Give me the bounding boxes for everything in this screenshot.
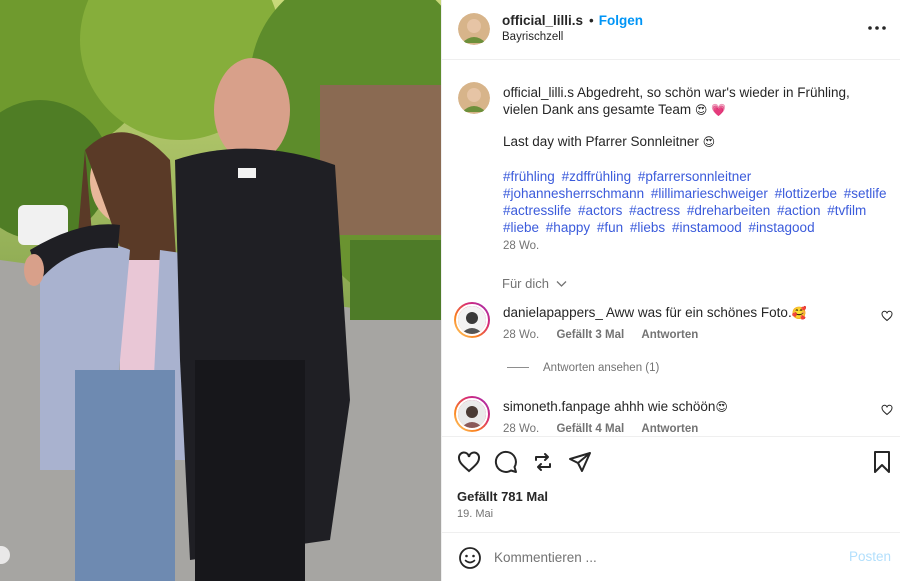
- save-bookmark-icon[interactable]: [870, 450, 894, 474]
- post-comment-button[interactable]: Posten: [849, 549, 891, 564]
- comment-input[interactable]: [494, 547, 824, 567]
- hashtag-link[interactable]: #lottizerbe: [775, 186, 837, 201]
- comment-likes[interactable]: Gefällt 4 Mal: [556, 423, 624, 435]
- comment-username[interactable]: simoneth.fanpage: [503, 399, 610, 414]
- chevron-down-icon: [556, 281, 567, 287]
- comment-reply-button[interactable]: Antworten: [641, 423, 698, 435]
- view-replies-button[interactable]: Antworten ansehen (1): [507, 362, 659, 374]
- commenter-avatar[interactable]: [454, 396, 490, 432]
- hashtag-link[interactable]: #instamood: [672, 220, 742, 235]
- hashtag-link[interactable]: #setlife: [844, 186, 887, 201]
- hashtag-link[interactable]: #frühling: [503, 169, 555, 184]
- author-username[interactable]: official_lilli.s: [502, 13, 583, 28]
- like-count[interactable]: Gefällt 781 Mal: [457, 489, 548, 504]
- hashtag-link[interactable]: #fun: [597, 220, 623, 235]
- for-you-filter[interactable]: Für dich: [502, 276, 567, 291]
- hashtag-list: #frühling #zdffrühling #pfarrersonnleitn…: [503, 168, 897, 236]
- hashtag-link[interactable]: #liebe: [503, 220, 539, 235]
- comment-reply-button[interactable]: Antworten: [641, 329, 698, 341]
- hashtag-link[interactable]: #instagood: [749, 220, 815, 235]
- hashtag-link[interactable]: #actors: [578, 203, 622, 218]
- comment-item: danielapappers_ Aww was für ein schönes …: [442, 302, 900, 352]
- caption-text: official_lilli.s Abgedreht, so schön war…: [503, 84, 887, 119]
- comment-bubble-icon[interactable]: [494, 450, 518, 474]
- comment-text: danielapappers_ Aww was für ein schönes …: [503, 305, 807, 320]
- comment-meta: 28 Wo. Gefällt 4 Mal Antworten: [503, 423, 699, 435]
- emoji-icon[interactable]: [458, 546, 482, 570]
- hashtag-link[interactable]: #johannesherrschmann: [503, 186, 644, 201]
- post-location[interactable]: Bayrischzell: [502, 31, 563, 43]
- like-heart-icon[interactable]: [457, 450, 481, 474]
- hashtag-link[interactable]: #zdffrühling: [562, 169, 632, 184]
- follow-button[interactable]: • Folgen: [589, 13, 643, 28]
- like-comment-heart-icon[interactable]: [881, 404, 893, 416]
- comment-likes[interactable]: Gefällt 3 Mal: [556, 329, 624, 341]
- post-details-panel: official_lilli.s • Folgen Bayrischzell of…: [441, 0, 900, 581]
- comment-username[interactable]: danielapappers_: [503, 305, 603, 320]
- repost-icon[interactable]: [531, 450, 555, 474]
- hashtag-link[interactable]: #tvfilm: [827, 203, 866, 218]
- commenter-avatar[interactable]: [454, 302, 490, 338]
- post-header: official_lilli.s • Folgen Bayrischzell: [442, 0, 900, 60]
- comment-composer: Posten: [442, 532, 900, 581]
- hashtag-link[interactable]: #happy: [546, 220, 590, 235]
- hashtag-link[interactable]: #actresslife: [503, 203, 571, 218]
- caption-avatar[interactable]: [458, 82, 490, 114]
- caption-username[interactable]: official_lilli.s: [503, 85, 574, 100]
- caption-emoji: 😍 💗: [694, 103, 727, 117]
- hashtag-link[interactable]: #lillimarieschweiger: [651, 186, 768, 201]
- author-avatar[interactable]: [458, 13, 490, 45]
- share-send-icon[interactable]: [568, 450, 592, 474]
- like-comment-heart-icon[interactable]: [881, 310, 893, 322]
- caption-line2: Last day with Pfarrer Sonnleitner 😍: [503, 134, 716, 149]
- more-horizontal-icon[interactable]: [867, 20, 887, 36]
- post-date[interactable]: 19. Mai: [457, 508, 493, 520]
- comment-meta: 28 Wo. Gefällt 3 Mal Antworten: [503, 329, 699, 341]
- hashtag-link[interactable]: #liebs: [630, 220, 665, 235]
- hashtag-link[interactable]: #actress: [629, 203, 680, 218]
- hashtag-link[interactable]: #dreharbeiten: [687, 203, 770, 218]
- action-bar: Gefällt 781 Mal 19. Mai: [442, 436, 900, 531]
- post-photo[interactable]: [0, 0, 441, 581]
- hashtag-link[interactable]: #pfarrersonnleitner: [638, 169, 751, 184]
- comment-text: simoneth.fanpage ahhh wie schöön😍: [503, 399, 728, 414]
- caption-time[interactable]: 28 Wo.: [503, 240, 539, 252]
- hashtag-link[interactable]: #action: [777, 203, 821, 218]
